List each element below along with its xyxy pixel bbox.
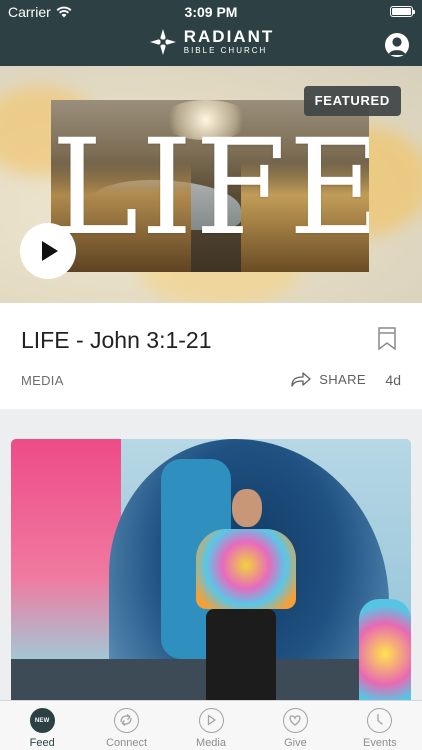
user-avatar-icon[interactable] [385, 33, 409, 57]
bookmark-icon[interactable] [378, 327, 396, 350]
share-arrow-icon [291, 372, 311, 387]
brand-name: RADIANT [183, 27, 275, 46]
tab-give[interactable]: Give [253, 701, 337, 750]
play-button[interactable] [20, 223, 76, 279]
status-time: 3:09 PM [184, 4, 238, 20]
featured-media-thumbnail[interactable]: LIFE FEATURED [0, 66, 422, 303]
artwork-title: LIFE [51, 111, 369, 265]
tab-bar: NEW Feed Connect Media Give Events [0, 700, 422, 750]
clock-icon [367, 708, 393, 733]
photo-child [359, 599, 411, 700]
tab-label: Give [284, 737, 307, 749]
tab-label: Media [196, 737, 226, 749]
brand-subtitle: BIBLE CHURCH [183, 46, 268, 55]
tab-events[interactable]: Events [338, 701, 422, 750]
battery-icon [390, 6, 415, 17]
tab-label: Events [363, 737, 397, 749]
status-bar: Carrier 3:09 PM [0, 0, 422, 22]
photo-tie-dye-shirt [196, 529, 296, 609]
tab-label: Feed [29, 737, 55, 749]
card-category: MEDIA [21, 373, 64, 388]
tab-feed[interactable]: NEW Feed [0, 701, 84, 750]
featured-badge: FEATURED [303, 86, 401, 116]
feed-list[interactable]: LIFE FEATURED LIFE - John 3:1-21 MEDIA S… [0, 66, 422, 700]
church-logo: RADIANT BIBLE CHURCH [0, 27, 422, 57]
feed-icon: NEW [29, 708, 55, 733]
tab-label: Connect [106, 737, 148, 749]
card-title[interactable]: LIFE - John 3:1-21 [21, 327, 212, 354]
tab-connect[interactable]: Connect [84, 701, 168, 750]
photo-person-head [232, 489, 262, 527]
post-age: 4d [385, 372, 401, 388]
connect-arrows-icon [114, 708, 140, 733]
play-circle-icon [198, 708, 224, 733]
share-button[interactable]: SHARE [291, 371, 366, 387]
featured-card-details[interactable]: LIFE - John 3:1-21 MEDIA SHARE 4d [0, 303, 422, 409]
photo-mural [11, 439, 121, 669]
heart-icon [282, 708, 308, 733]
photo-person-legs [206, 609, 276, 700]
tab-media[interactable]: Media [169, 701, 253, 750]
sermon-artwork: LIFE [51, 100, 369, 272]
share-label: SHARE [319, 371, 366, 387]
event-photo-card[interactable] [11, 439, 411, 700]
person-silhouette-icon [388, 37, 406, 55]
radiant-cross-icon [149, 29, 176, 55]
app-header: Carrier 3:09 PM RADIANT BIBLE CHURCH [0, 0, 422, 66]
